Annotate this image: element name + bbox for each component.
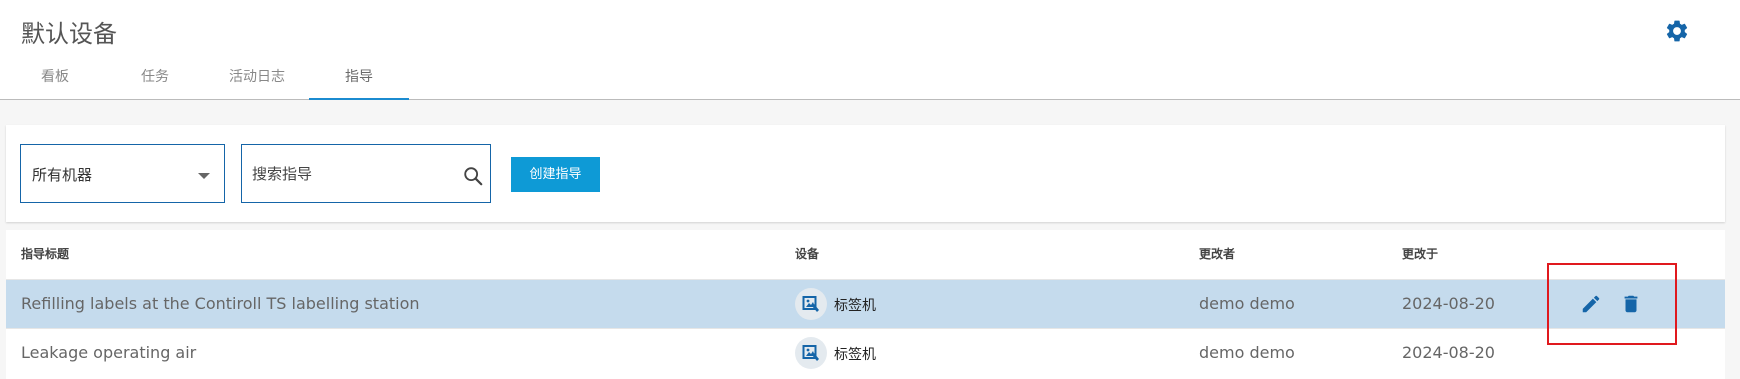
guides-table: 指导标题 设备 更改者 更改于 Refilling labels at the … [6, 230, 1725, 379]
header: 默认设备 看板 任务 活动日志 指导 [0, 0, 1740, 100]
chevron-down-icon [198, 173, 210, 179]
tab-activity-log[interactable]: 活动日志 [214, 62, 300, 100]
search-icon[interactable] [462, 165, 484, 187]
tab-guides[interactable]: 指导 [309, 62, 409, 100]
row-changed-at: 2024-08-20 [1402, 294, 1495, 313]
create-guide-button[interactable]: 创建指导 [511, 157, 600, 192]
row-changed-by: demo demo [1199, 294, 1295, 313]
search-input[interactable] [252, 161, 452, 187]
tab-board[interactable]: 看板 [22, 62, 88, 100]
page-title: 默认设备 [21, 20, 117, 48]
machine-filter-value: 所有机器 [32, 166, 93, 184]
device-icon [795, 337, 827, 369]
table-row[interactable]: Refilling labels at the Contiroll TS lab… [6, 279, 1725, 328]
row-changed-by: demo demo [1199, 343, 1295, 362]
column-header-title[interactable]: 指导标题 [21, 245, 69, 262]
column-header-changed-at[interactable]: 更改于 [1402, 245, 1438, 262]
device-icon [795, 288, 827, 320]
machine-filter-select[interactable]: 所有机器 [20, 144, 225, 203]
search-field [241, 144, 491, 203]
table-row[interactable]: Leakage operating air 标签机 demo demo 2024… [6, 328, 1725, 377]
row-title: Refilling labels at the Contiroll TS lab… [21, 294, 420, 313]
delete-icon[interactable] [1620, 293, 1642, 315]
row-changed-at: 2024-08-20 [1402, 343, 1495, 362]
edit-icon[interactable] [1580, 293, 1602, 315]
row-title: Leakage operating air [21, 343, 197, 362]
gear-icon[interactable] [1664, 18, 1690, 44]
toolbar-card: 所有机器 创建指导 [6, 125, 1725, 222]
row-device: 标签机 [834, 347, 876, 363]
column-header-device[interactable]: 设备 [795, 245, 819, 262]
column-header-changed-by[interactable]: 更改者 [1199, 245, 1235, 262]
row-device: 标签机 [834, 298, 876, 314]
tab-tasks[interactable]: 任务 [122, 62, 188, 100]
